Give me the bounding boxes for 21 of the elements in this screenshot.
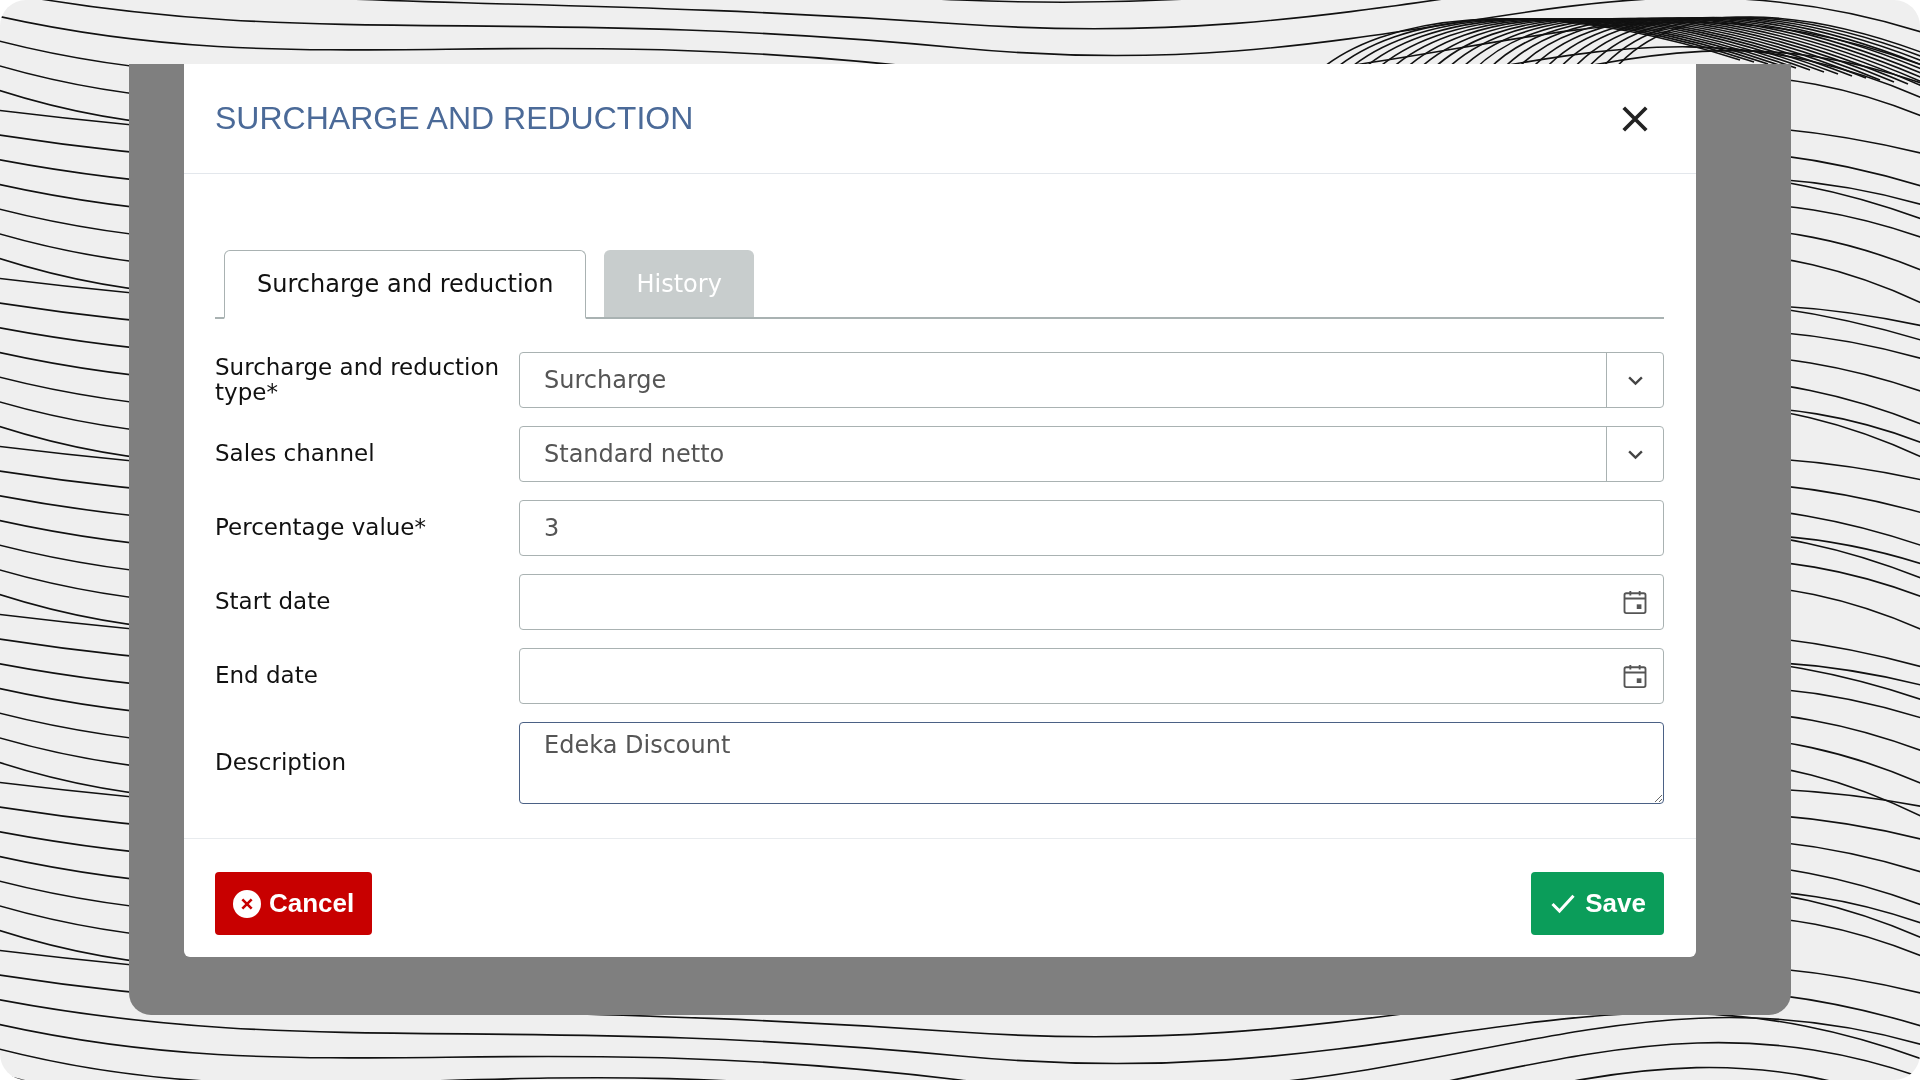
field-label: Start date: [215, 589, 332, 615]
date-field[interactable]: [519, 648, 1664, 704]
dropdown[interactable]: Standard netto: [519, 426, 1664, 482]
close-circle-icon: [233, 889, 261, 918]
cancel-button[interactable]: Cancel: [215, 872, 373, 935]
calendar-icon[interactable]: [1621, 662, 1649, 690]
text-field[interactable]: 3: [519, 500, 1664, 556]
field-label: Surcharge and reduction type*: [215, 354, 501, 406]
field-label: Percentage value*: [215, 515, 428, 541]
date-field[interactable]: [519, 574, 1664, 630]
dropdown[interactable]: Surcharge: [519, 352, 1664, 408]
description-field[interactable]: Edeka Discount: [519, 722, 1664, 804]
chevron-icon: [1626, 374, 1644, 386]
chevron-icon: [1626, 448, 1644, 460]
field-label: End date: [215, 663, 319, 689]
save-button[interactable]: Save: [1531, 872, 1664, 935]
dialog-title: SURCHARGE AND REDUCTION: [215, 100, 694, 137]
field-label: Sales channel: [215, 441, 376, 467]
field-label: Description: [215, 750, 347, 776]
tab[interactable]: Surcharge and reduction: [224, 250, 587, 319]
calendar-icon[interactable]: [1621, 588, 1649, 616]
